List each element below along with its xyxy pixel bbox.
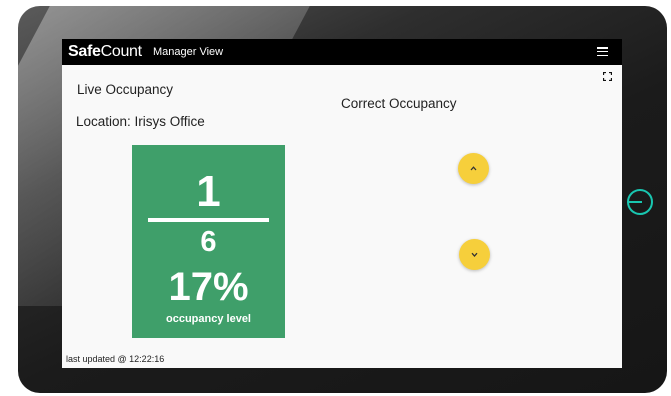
brand-logo: SafeCount [68, 43, 142, 61]
fullscreen-icon[interactable] [603, 72, 612, 81]
occupancy-level-label: occupancy level [166, 313, 251, 325]
top-bar: SafeCount Manager View [62, 39, 622, 65]
chevron-up-icon [470, 166, 477, 171]
brand-logo-rest: Count [100, 43, 143, 60]
hamburger-menu-icon[interactable] [597, 47, 608, 57]
occupancy-percent: 17% [168, 265, 249, 309]
app-screen: SafeCount Manager View Live Occupancy Lo… [62, 39, 622, 368]
capacity-value: 6 [200, 226, 217, 258]
power-icon[interactable] [625, 187, 655, 217]
chevron-down-icon [471, 252, 478, 257]
live-occupancy-heading: Live Occupancy [77, 82, 174, 97]
correct-occupancy-heading: Correct Occupancy [341, 96, 457, 111]
last-updated-text: last updated @ 12:22:16 [66, 354, 165, 364]
brand-logo-bold: Safe [68, 43, 101, 60]
view-title: Manager View [153, 46, 224, 58]
decrement-occupancy-button[interactable] [459, 239, 490, 270]
location-label: Location: Irisys Office [76, 114, 205, 129]
increment-occupancy-button[interactable] [458, 153, 489, 184]
current-occupancy: 1 [196, 167, 221, 216]
fraction-divider [148, 218, 269, 222]
occupancy-card: 1 6 17% occupancy level [132, 145, 285, 338]
